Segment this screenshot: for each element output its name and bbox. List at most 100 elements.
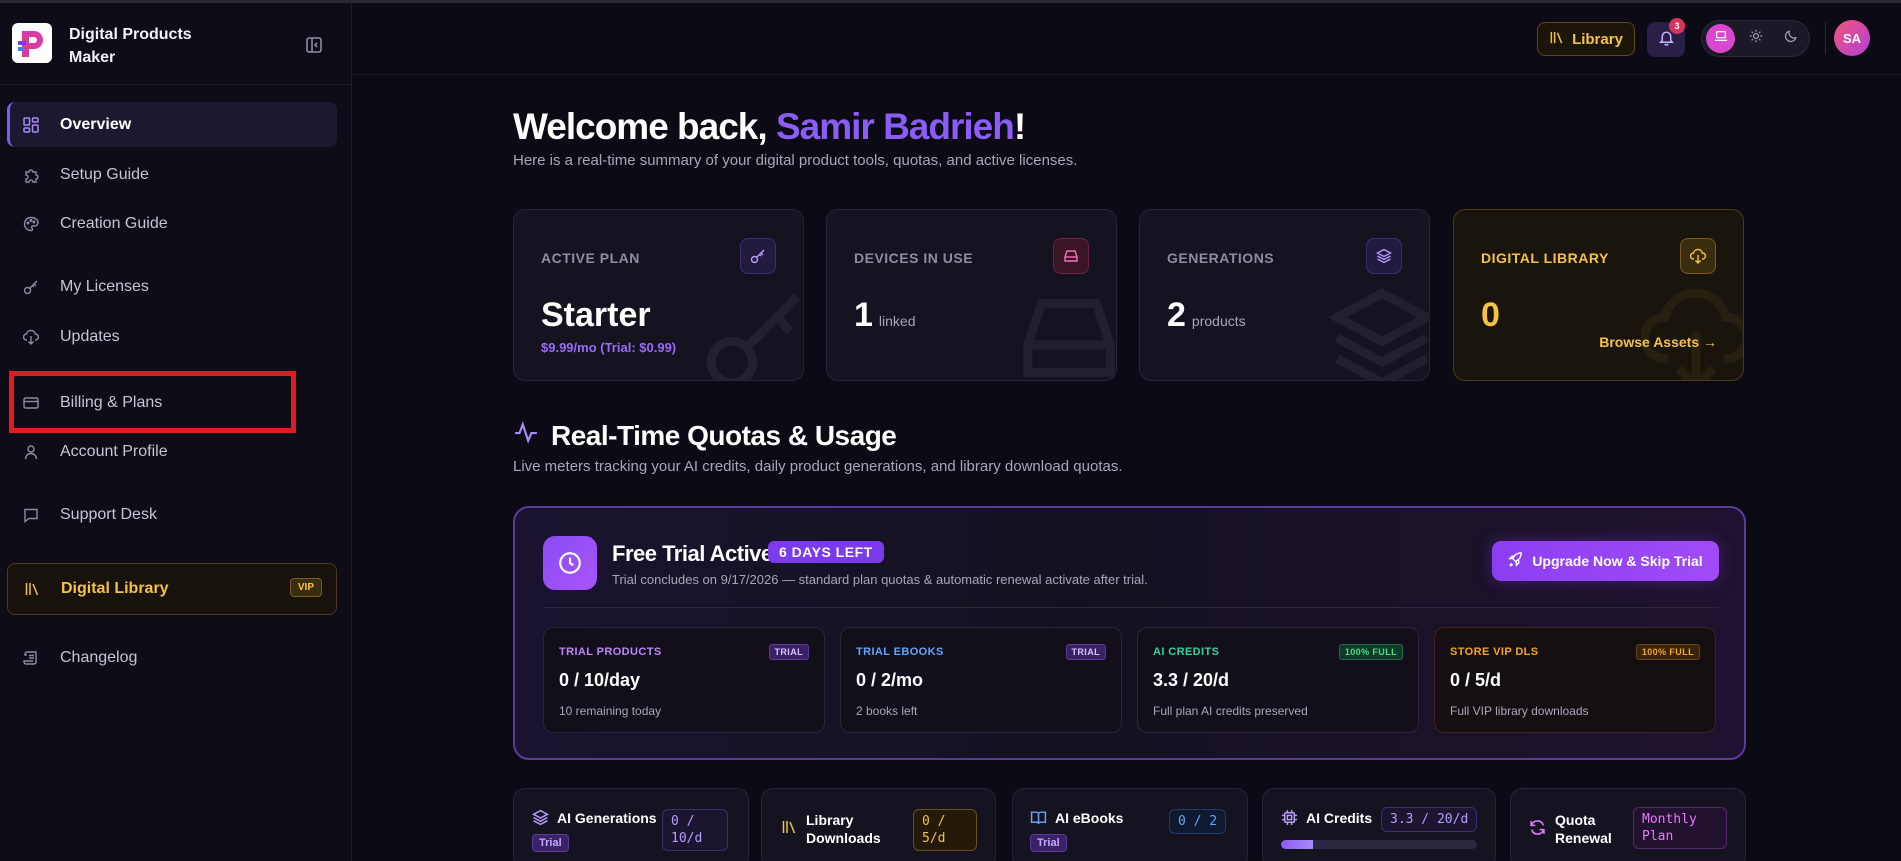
key-watermark-icon <box>701 283 803 380</box>
quota-card-ai-generations: AI Generations 0 / 10/d Trial <box>513 788 749 861</box>
mini-title: AI CREDITS <box>1153 646 1220 658</box>
quota-card-library-downloads: Library Downloads 0 / 5/d <box>761 788 996 861</box>
moon-icon <box>1784 29 1798 48</box>
quota-card-ai-ebooks: AI eBooks 0 / 2 Trial <box>1012 788 1248 861</box>
quota-pill: 0 / 5/d <box>913 809 977 851</box>
system-theme-toggle[interactable] <box>1706 24 1735 53</box>
sidebar-item-creation-guide[interactable]: Creation Guide <box>7 201 337 246</box>
dark-theme-toggle[interactable] <box>1776 24 1805 53</box>
scroll-icon <box>21 648 41 668</box>
palette-icon <box>21 214 41 234</box>
hard-drive-icon <box>1053 238 1089 274</box>
user-icon <box>21 442 41 462</box>
trial-subtitle: Trial concludes on 9/17/2026 — standard … <box>612 572 1148 587</box>
quota-pill: 0 / 2 <box>1169 809 1227 834</box>
ai-credits-progress-bar <box>1281 840 1477 849</box>
stat-title: DEVICES IN USE <box>854 250 974 266</box>
sidebar-item-overview[interactable]: Overview <box>7 102 337 147</box>
sidebar-item-label: Support Desk <box>60 505 157 523</box>
section-subtitle: Live meters tracking your AI credits, da… <box>513 458 1123 475</box>
sidebar-item-account-profile[interactable]: Account Profile <box>7 429 337 474</box>
light-theme-toggle[interactable] <box>1741 24 1770 53</box>
full-badge: 100% FULL <box>1338 644 1403 660</box>
grid-icon <box>21 115 41 135</box>
layers-icon <box>1366 238 1402 274</box>
stat-card-active-plan: ACTIVE PLAN Starter $9.99/mo (Trial: $0.… <box>513 209 804 381</box>
ai-credits-progress-fill <box>1281 840 1314 849</box>
quota-title: Quota Renewal <box>1555 812 1612 846</box>
stat-title: GENERATIONS <box>1167 250 1275 266</box>
avatar[interactable]: SA <box>1834 20 1870 56</box>
app-name: Digital Products Maker <box>69 26 192 66</box>
mini-title: TRIAL PRODUCTS <box>559 646 662 658</box>
quota-title: AI Credits <box>1306 810 1373 826</box>
vip-badge: VIP <box>289 578 322 597</box>
upgrade-button[interactable]: Upgrade Now & Skip Trial <box>1492 541 1719 581</box>
generation-unit: products <box>1191 313 1246 329</box>
trial-products-card: TRIAL PRODUCTS TRIAL 0 / 10/day 10 remai… <box>543 627 825 733</box>
trial-ebooks-card: TRIAL EBOOKS TRIAL 0 / 2/mo 2 books left <box>840 627 1122 733</box>
library-icon <box>1549 30 1564 49</box>
sidebar-item-setup-guide[interactable]: Setup Guide <box>7 152 337 197</box>
book-icon <box>1030 809 1047 831</box>
mini-title: STORE VIP DLS <box>1450 646 1539 658</box>
user-name: Samir Badrieh <box>775 106 1015 147</box>
upgrade-button-label: Upgrade Now & Skip Trial <box>1532 553 1703 569</box>
generation-count: 2 <box>1167 296 1186 334</box>
sidebar-item-label: Updates <box>60 327 120 345</box>
welcome-suffix: ! <box>1013 106 1026 147</box>
sidebar-item-support-desk[interactable]: Support Desk <box>7 492 337 537</box>
layers-icon <box>532 809 549 831</box>
section-title-text: Real-Time Quotas & Usage <box>551 419 897 451</box>
full-badge: 100% FULL <box>1635 644 1700 660</box>
mini-value: 0 / 2/mo <box>856 670 924 690</box>
trial-badge: Trial <box>1030 834 1067 852</box>
page-subtitle: Here is a real-time summary of your digi… <box>513 152 1078 169</box>
cpu-icon <box>1281 809 1298 831</box>
stat-value: 0 <box>1481 296 1500 334</box>
mini-value: 0 / 5/d <box>1450 670 1502 690</box>
cloud-download-icon <box>21 327 41 347</box>
stat-value: 1 linked <box>854 296 916 335</box>
sidebar-item-label: Changelog <box>60 648 138 666</box>
sidebar-item-label: Digital Library <box>61 580 169 597</box>
trial-badge: Trial <box>532 834 569 852</box>
mini-note: Full VIP library downloads <box>1450 704 1589 718</box>
collapse-sidebar-icon[interactable] <box>305 36 325 56</box>
stat-card-devices: DEVICES IN USE 1 linked <box>826 209 1117 381</box>
key-icon <box>740 238 776 274</box>
quota-pill: Monthly Plan <box>1633 807 1727 849</box>
sidebar-item-digital-library[interactable]: Digital Library VIP <box>7 563 337 615</box>
refresh-icon <box>1529 819 1546 841</box>
library-icon <box>22 579 42 599</box>
clock-icon <box>543 536 597 590</box>
browse-assets-link[interactable]: Browse Assets → <box>1599 334 1717 350</box>
sidebar-item-label: My Licenses <box>60 277 149 295</box>
quota-title: AI Generations <box>557 810 657 826</box>
ai-credits-card: AI CREDITS 100% FULL 3.3 / 20/d Full pla… <box>1137 627 1419 733</box>
stat-card-digital-library: DIGITAL LIBRARY 0 Browse Assets → <box>1453 209 1744 381</box>
sidebar-item-changelog[interactable]: Changelog <box>7 635 337 680</box>
mini-note: Full plan AI credits preserved <box>1153 704 1308 718</box>
notification-count-badge: 3 <box>1669 18 1685 34</box>
cloud-download-icon <box>1680 238 1716 274</box>
stat-card-generations: GENERATIONS 2 products <box>1139 209 1430 381</box>
mini-value: 0 / 10/day <box>559 670 641 690</box>
mini-note: 10 remaining today <box>559 704 662 718</box>
app-logo[interactable] <box>12 23 52 63</box>
quota-card-ai-credits: AI Credits 3.3 / 20/d <box>1262 788 1496 861</box>
activity-icon <box>513 419 539 452</box>
sidebar-item-updates[interactable]: Updates <box>7 314 337 359</box>
brand-header: Digital Products Maker <box>0 3 351 85</box>
sidebar-item-my-licenses[interactable]: My Licenses <box>7 264 337 309</box>
store-vip-card: STORE VIP DLS 100% FULL 0 / 5/d Full VIP… <box>1434 627 1716 733</box>
sidebar-item-label: Creation Guide <box>60 214 168 232</box>
library-button[interactable]: Library <box>1537 22 1635 56</box>
key-icon <box>21 277 41 297</box>
sun-icon <box>1749 29 1763 48</box>
hard-drive-watermark-icon <box>1014 283 1116 380</box>
chat-icon <box>21 505 41 525</box>
library-icon <box>781 819 797 840</box>
page-title: Welcome back, Samir Badrieh! <box>513 106 1026 148</box>
days-left-badge: 6 DAYS LEFT <box>768 541 884 563</box>
